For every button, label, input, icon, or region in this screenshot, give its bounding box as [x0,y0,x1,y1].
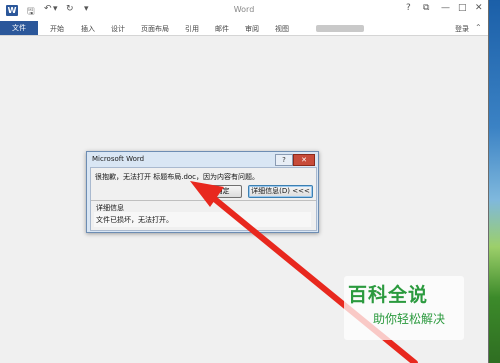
watermark: 百科全说 助你轻松解决 [344,276,464,340]
watermark-title: 百科全说 [348,284,429,306]
watermark-subtitle: 助你轻松解决 [373,312,446,326]
